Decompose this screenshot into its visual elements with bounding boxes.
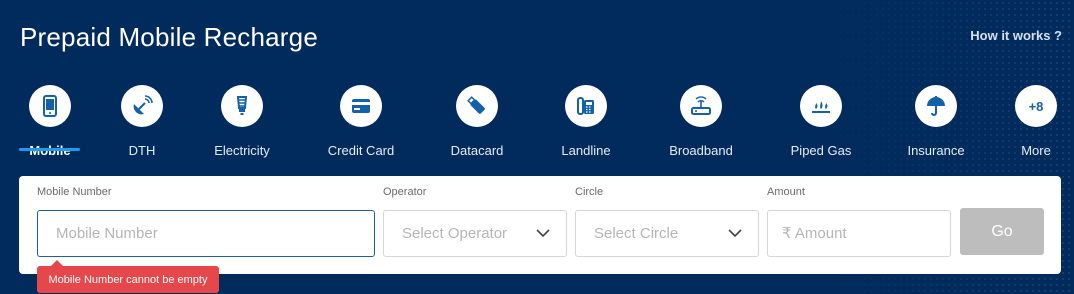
circle-placeholder: Select Circle — [594, 225, 679, 242]
gas-flame-icon — [800, 85, 842, 127]
tab-datacard[interactable]: Datacard — [422, 85, 532, 158]
go-button[interactable]: Go — [960, 208, 1044, 255]
category-tabs: Mobile DTH Electricity Credit Card Datac… — [0, 85, 1074, 165]
operator-select[interactable]: Select Operator — [383, 210, 567, 257]
how-it-works-link[interactable]: How it works ? — [970, 28, 1062, 43]
credit-card-icon — [340, 85, 382, 127]
bulb-icon — [221, 85, 263, 127]
recharge-form: Mobile Number Operator Select Operator C… — [19, 176, 1061, 274]
tab-label: Datacard — [450, 143, 504, 158]
usb-datacard-icon — [456, 85, 498, 127]
page-title: Prepaid Mobile Recharge — [20, 22, 318, 52]
satellite-dish-icon — [121, 85, 163, 127]
mobile-icon — [29, 85, 71, 127]
chevron-down-icon — [728, 229, 742, 238]
mobile-number-field — [37, 210, 375, 257]
amount-label: Amount — [767, 186, 805, 198]
tab-label: Insurance — [907, 143, 965, 158]
tab-piped-gas[interactable]: Piped Gas — [766, 85, 876, 158]
amount-field — [767, 210, 951, 257]
router-icon — [680, 85, 722, 127]
mobile-number-error-tooltip: Mobile Number cannot be empty — [37, 260, 219, 293]
tab-label: Broadband — [669, 143, 733, 158]
tab-label: Electricity — [214, 143, 270, 158]
operator-placeholder: Select Operator — [402, 225, 508, 242]
tab-label: Landline — [561, 143, 611, 158]
tab-electricity[interactable]: Electricity — [187, 85, 297, 158]
amount-input[interactable] — [782, 225, 950, 242]
tab-label: Piped Gas — [790, 143, 852, 158]
mobile-number-input[interactable] — [56, 225, 374, 242]
tab-more[interactable]: +8 More — [981, 85, 1074, 158]
tab-label: DTH — [128, 143, 156, 158]
circle-select[interactable]: Select Circle — [575, 210, 759, 257]
tab-broadband[interactable]: Broadband — [646, 85, 756, 158]
tab-insurance[interactable]: Insurance — [881, 85, 991, 158]
tab-dth[interactable]: DTH — [87, 85, 197, 158]
landline-phone-icon — [565, 85, 607, 127]
tab-label: More — [1021, 143, 1051, 158]
chevron-down-icon — [536, 229, 550, 238]
umbrella-icon — [915, 85, 957, 127]
tab-landline[interactable]: Landline — [531, 85, 641, 158]
active-tab-indicator — [19, 148, 80, 151]
mobile-number-label: Mobile Number — [37, 186, 112, 198]
tab-label: Credit Card — [327, 143, 395, 158]
tab-credit-card[interactable]: Credit Card — [306, 85, 416, 158]
circle-label: Circle — [575, 186, 604, 198]
more-count: +8 — [1028, 98, 1044, 114]
operator-label: Operator — [383, 186, 427, 198]
more-icon: +8 — [1015, 85, 1057, 127]
